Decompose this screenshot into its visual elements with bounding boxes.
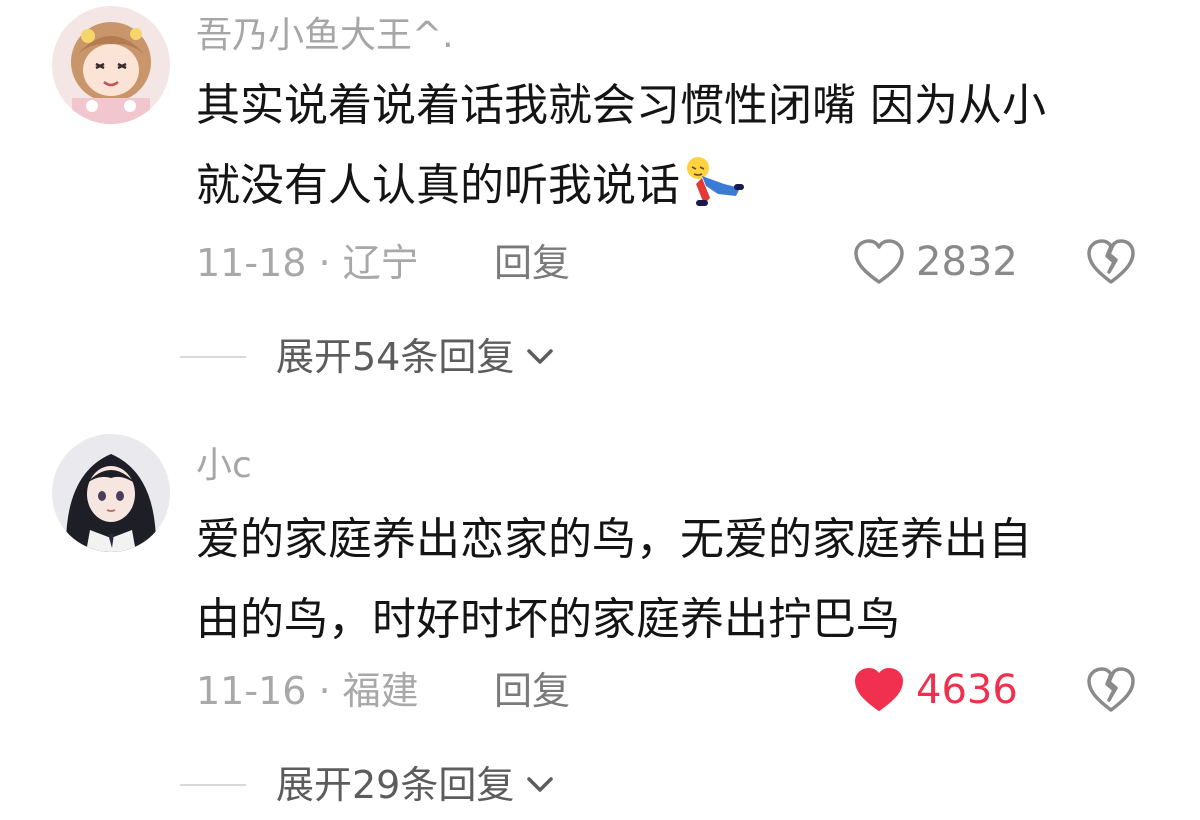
- avatar[interactable]: [52, 434, 170, 552]
- broken-heart-icon[interactable]: [1086, 666, 1136, 714]
- like-button[interactable]: 2832: [852, 238, 1018, 286]
- comment-text: 其实说着说着话我就会习惯性闭嘴 因为从小 就没有人认真的听我说话: [196, 66, 1156, 226]
- comment-text-line: 爱的家庭养出恋家的鸟，无爱的家庭养出自: [196, 514, 1032, 565]
- like-count: 4636: [916, 667, 1018, 713]
- comment-text-line: 由的鸟，时好时坏的家庭养出拧巴鸟: [196, 594, 900, 645]
- like-button[interactable]: 4636: [852, 666, 1018, 714]
- comment-text-segment: 就没有人认真的听我说话: [196, 160, 680, 211]
- comment-text: 爱的家庭养出恋家的鸟，无爱的家庭养出自 由的鸟，时好时坏的家庭养出拧巴鸟: [196, 500, 1156, 660]
- date-location: 11-18 · 辽宁: [196, 241, 419, 285]
- expand-replies-button[interactable]: 展开29条回复: [180, 766, 554, 804]
- avatar[interactable]: [52, 6, 170, 124]
- divider-line: [180, 356, 246, 358]
- expand-replies-button[interactable]: 展开54条回复: [180, 338, 554, 376]
- username[interactable]: 小c: [196, 448, 252, 484]
- reply-button[interactable]: 回复: [494, 672, 570, 710]
- date-location: 11-16 · 福建: [196, 669, 419, 713]
- comment-text-line: 其实说着说着话我就会习惯性闭嘴 因为从小: [196, 80, 1046, 131]
- fallen-person-emoji-icon: [687, 157, 744, 206]
- chevron-down-icon: [527, 777, 554, 792]
- like-count: 2832: [916, 239, 1018, 285]
- username[interactable]: 吾乃小鱼大王^.: [196, 18, 454, 54]
- anime-girl-avatar-icon: [52, 6, 170, 124]
- comment-meta: 11-16 · 福建 回复: [196, 669, 570, 713]
- reply-button[interactable]: 回复: [494, 244, 570, 282]
- broken-heart-icon[interactable]: [1086, 238, 1136, 286]
- heart-filled-icon: [855, 668, 903, 711]
- expand-replies-label: 展开29条回复: [276, 763, 515, 807]
- expand-replies-label: 展开54条回复: [276, 335, 515, 379]
- heart-outline-icon: [854, 239, 904, 284]
- comment-text-line: 就没有人认真的听我说话: [196, 146, 1156, 226]
- anime-girl-avatar-icon: [52, 434, 170, 552]
- divider-line: [180, 784, 246, 786]
- comment-meta: 11-18 · 辽宁 回复: [196, 241, 570, 285]
- chevron-down-icon: [527, 349, 554, 364]
